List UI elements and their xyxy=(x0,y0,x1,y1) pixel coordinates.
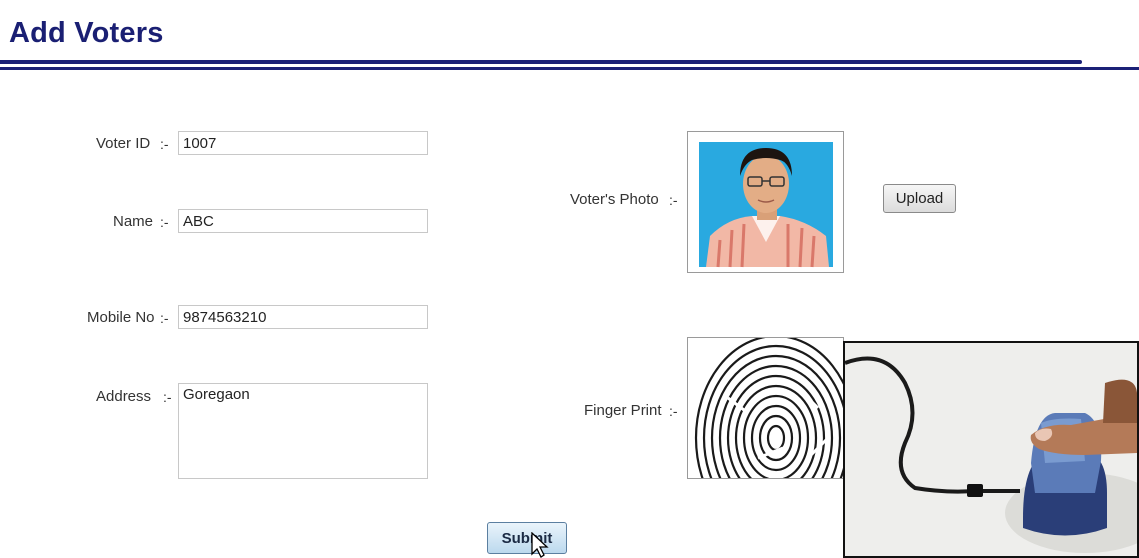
finger-print-label: Finger Print xyxy=(584,402,662,419)
address-label: Address xyxy=(96,388,152,405)
voters-photo-label: Voter's Photo xyxy=(570,191,659,208)
page-title: Add Voters xyxy=(9,17,164,49)
mouse-cursor-icon xyxy=(531,532,549,558)
voter-photo-frame xyxy=(687,131,844,273)
header-divider-thick xyxy=(0,60,1082,64)
address-separator: :- xyxy=(163,389,172,405)
finger-print-separator: :- xyxy=(669,403,678,419)
fingerprint-image xyxy=(694,338,843,478)
mobile-no-label: Mobile No xyxy=(87,309,155,326)
address-textarea[interactable]: Goregaon xyxy=(178,383,428,479)
mobile-no-separator: :- xyxy=(160,310,169,326)
upload-button[interactable]: Upload xyxy=(883,184,956,213)
fingerprint-frame xyxy=(687,337,844,479)
name-separator: :- xyxy=(160,214,169,230)
voter-id-separator: :- xyxy=(160,136,169,152)
scanner-video-frame xyxy=(845,343,1137,556)
mobile-no-input[interactable] xyxy=(178,305,428,329)
voter-photo xyxy=(699,142,833,268)
header-divider-thin xyxy=(0,67,1139,70)
voters-photo-separator: :- xyxy=(669,192,678,208)
name-input[interactable] xyxy=(178,209,428,233)
voter-id-input[interactable] xyxy=(178,131,428,155)
submit-button[interactable]: Submit xyxy=(487,522,567,554)
name-label: Name xyxy=(113,213,154,230)
voter-id-label: Voter ID xyxy=(96,135,151,152)
fingerprint-scanner-video xyxy=(843,341,1139,558)
